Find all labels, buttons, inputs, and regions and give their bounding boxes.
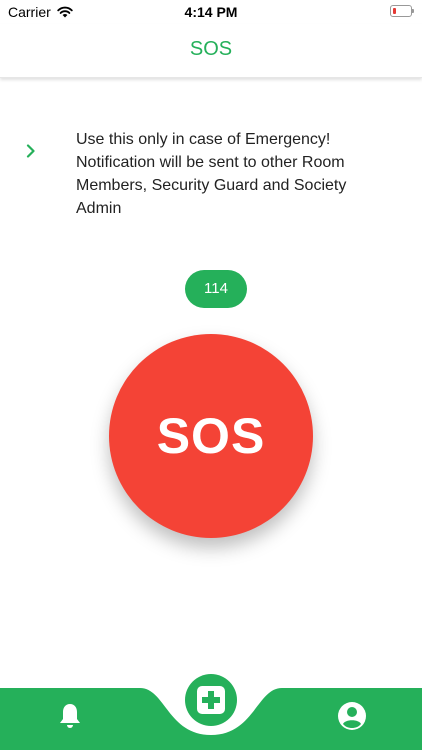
status-bar: Carrier 4:14 PM bbox=[0, 0, 422, 24]
sos-button[interactable]: SOS bbox=[109, 334, 313, 538]
sos-screen: Carrier 4:14 PM SOS Use this only in cas… bbox=[0, 0, 422, 750]
nav-bar: SOS bbox=[0, 24, 422, 78]
chevron-right-icon bbox=[26, 144, 35, 158]
sos-button-label: SOS bbox=[156, 408, 266, 464]
battery-icon bbox=[390, 5, 414, 17]
emergency-number-badge[interactable]: 114 bbox=[185, 270, 247, 308]
medical-plus-icon bbox=[197, 686, 225, 714]
tab-notifications[interactable] bbox=[52, 698, 88, 734]
page-title: SOS bbox=[189, 38, 233, 60]
battery-level bbox=[393, 8, 396, 14]
emergency-info-text: Use this only in case of Emergency! Noti… bbox=[76, 131, 347, 217]
bell-icon bbox=[60, 704, 80, 728]
status-time: 4:14 PM bbox=[184, 4, 238, 20]
user-circle-icon bbox=[338, 702, 366, 730]
tab-profile[interactable] bbox=[334, 698, 370, 734]
tab-emergency[interactable] bbox=[185, 674, 237, 726]
bottom-nav bbox=[0, 660, 422, 750]
